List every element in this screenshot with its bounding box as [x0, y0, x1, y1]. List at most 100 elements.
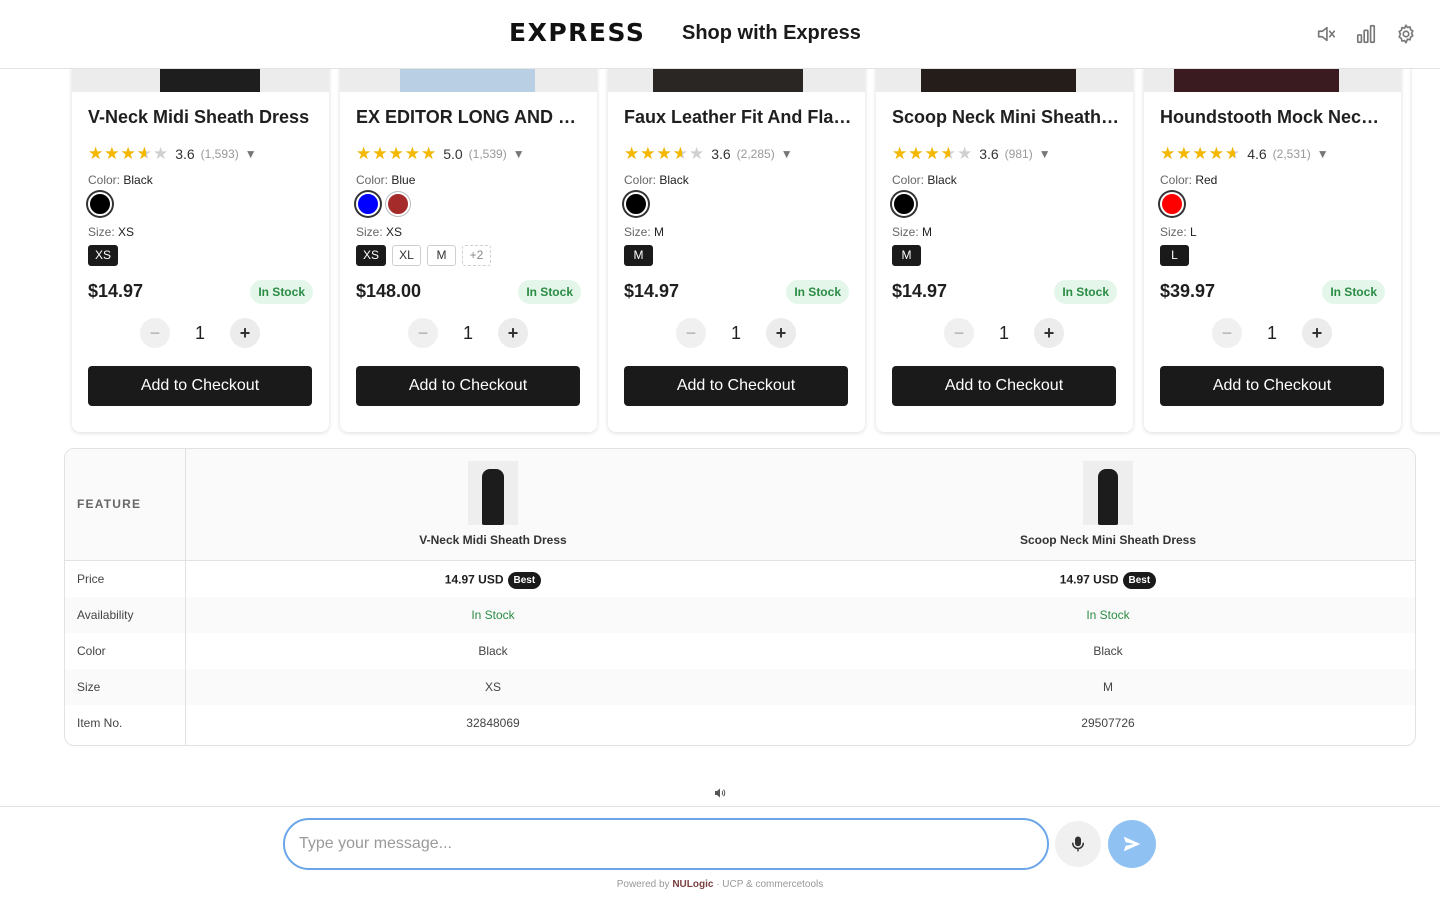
product-name[interactable]: EX EDITOR LONG AND LEAN PANT — [356, 107, 584, 128]
product-image[interactable] — [72, 69, 329, 92]
decrease-quantity-button[interactable]: − — [408, 318, 438, 348]
size-option[interactable]: L — [1160, 245, 1189, 266]
size-option[interactable]: XS — [88, 245, 119, 266]
product-card[interactable]: Faux Leather Fit And Flare Dress ★★★★★★★… — [608, 69, 865, 432]
review-count: (2,531) — [1272, 146, 1311, 161]
color-swatch[interactable] — [624, 192, 648, 216]
add-to-checkout-button[interactable]: Add to Checkout — [892, 366, 1116, 406]
review-count: (2,285) — [736, 146, 775, 161]
color-swatch[interactable] — [356, 192, 380, 216]
rating-dropdown-icon[interactable]: ▼ — [245, 147, 257, 161]
comparison-cell: In Stock — [1086, 608, 1130, 622]
product-card-partial[interactable] — [1412, 69, 1440, 432]
size-options: M — [624, 245, 653, 266]
quantity-value: 1 — [194, 323, 205, 343]
comparison-cell: M — [1103, 680, 1113, 694]
size-option[interactable]: M — [427, 245, 457, 266]
size-label: Size: L — [1160, 225, 1197, 239]
comparison-row: Availability In Stock In Stock — [65, 597, 1415, 633]
size-option[interactable]: XL — [392, 245, 422, 266]
rating-value: 5.0 — [443, 145, 463, 162]
color-value: Red — [1195, 173, 1218, 187]
stock-badge: In Stock — [1054, 280, 1117, 304]
powered-by: Powered by NULogic · UCP & commercetools — [0, 879, 1440, 890]
rating-dropdown-icon[interactable]: ▼ — [513, 147, 525, 161]
comparison-cell: 29507726 — [1081, 716, 1135, 730]
product-card[interactable]: Scoop Neck Mini Sheath Dress ★★★★★★★★★★ … — [876, 69, 1133, 432]
speaker-icon[interactable] — [714, 786, 726, 798]
size-option[interactable]: M — [624, 245, 653, 266]
size-option[interactable]: +2 — [462, 245, 492, 266]
color-value: Black — [659, 173, 689, 187]
product-image[interactable] — [876, 69, 1133, 92]
comparison-table: FEATURE V-Neck Midi Sheath Dress Scoop N… — [64, 448, 1416, 746]
increase-quantity-button[interactable]: + — [230, 318, 260, 348]
rating-dropdown-icon[interactable]: ▼ — [1039, 147, 1051, 161]
decrease-quantity-button[interactable]: − — [944, 318, 974, 348]
color-value: Black — [123, 173, 153, 187]
comparison-cell: 32848069 — [466, 716, 520, 730]
color-swatches — [624, 192, 648, 216]
product-carousel: V-Neck Midi Sheath Dress ★★★★★★★★★★ 3.6 … — [0, 69, 1440, 441]
decrease-quantity-button[interactable]: − — [676, 318, 706, 348]
rating: ★★★★★★★★★★ 3.6 (1,593) ▼ — [88, 145, 257, 162]
product-card[interactable]: V-Neck Midi Sheath Dress ★★★★★★★★★★ 3.6 … — [72, 69, 329, 432]
increase-quantity-button[interactable]: + — [1034, 318, 1064, 348]
size-options: XS — [88, 245, 119, 266]
feature-column-header: FEATURE — [77, 497, 142, 511]
rating-stars: ★★★★★★★★★★ — [892, 144, 974, 163]
review-count: (981) — [1004, 146, 1033, 161]
nulogic-brand[interactable]: NULogic — [672, 879, 713, 890]
increase-quantity-button[interactable]: + — [498, 318, 528, 348]
product-name[interactable]: Scoop Neck Mini Sheath Dress — [892, 107, 1120, 128]
product-card[interactable]: Houndstooth Mock Neck Dress ★★★★★★★★★★ 4… — [1144, 69, 1401, 432]
product-image[interactable] — [608, 69, 865, 92]
comparison-header: FEATURE V-Neck Midi Sheath Dress Scoop N… — [65, 449, 1415, 561]
product-name[interactable]: V-Neck Midi Sheath Dress — [88, 107, 316, 128]
product-card[interactable]: EX EDITOR LONG AND LEAN PANT ★★★★★★★★★★ … — [340, 69, 597, 432]
mute-icon[interactable] — [1315, 23, 1337, 45]
color-swatch[interactable] — [892, 192, 916, 216]
color-value: Blue — [391, 173, 416, 187]
increase-quantity-button[interactable]: + — [766, 318, 796, 348]
product-image[interactable] — [1144, 69, 1401, 92]
rating-value: 3.6 — [711, 145, 731, 162]
add-to-checkout-button[interactable]: Add to Checkout — [1160, 366, 1384, 406]
best-badge: Best — [1122, 572, 1157, 589]
comparison-product-1: V-Neck Midi Sheath Dress — [186, 449, 800, 561]
product-name[interactable]: Faux Leather Fit And Flare Dress — [624, 107, 852, 128]
decrease-quantity-button[interactable]: − — [1212, 318, 1242, 348]
decrease-quantity-button[interactable]: − — [140, 318, 170, 348]
app-header: EXPRESS Shop with Express — [0, 0, 1440, 69]
add-to-checkout-button[interactable]: Add to Checkout — [88, 366, 312, 406]
rating-dropdown-icon[interactable]: ▼ — [781, 147, 793, 161]
microphone-button[interactable] — [1055, 821, 1101, 867]
message-input[interactable] — [283, 818, 1049, 870]
increase-quantity-button[interactable]: + — [1302, 318, 1332, 348]
add-to-checkout-button[interactable]: Add to Checkout — [356, 366, 580, 406]
color-swatch[interactable] — [88, 192, 112, 216]
size-value: XS — [386, 225, 403, 239]
size-option[interactable]: XS — [356, 245, 387, 266]
comparison-row: Item No. 32848069 29507726 — [65, 705, 1415, 741]
size-option[interactable]: M — [892, 245, 921, 266]
stats-icon[interactable] — [1355, 23, 1377, 45]
review-count: (1,539) — [468, 146, 507, 161]
feature-label: Price — [77, 572, 105, 586]
quantity-stepper: − 1 + — [944, 318, 1064, 348]
rating-stars: ★★★★★★★★★★ — [356, 144, 438, 163]
settings-icon[interactable] — [1395, 23, 1417, 45]
column-divider — [185, 449, 186, 745]
rating-dropdown-icon[interactable]: ▼ — [1317, 147, 1329, 161]
add-to-checkout-button[interactable]: Add to Checkout — [624, 366, 848, 406]
product-name[interactable]: Houndstooth Mock Neck Dress — [1160, 107, 1388, 128]
send-button[interactable] — [1108, 820, 1156, 868]
send-icon — [1123, 836, 1141, 852]
color-swatch[interactable] — [1160, 192, 1184, 216]
powered-suffix: · UCP & commercetools — [713, 879, 824, 890]
rating-value: 3.6 — [979, 145, 999, 162]
comparison-cell: XS — [484, 680, 501, 694]
color-swatch[interactable] — [386, 192, 410, 216]
product-image[interactable] — [340, 69, 597, 92]
feature-label: Item No. — [77, 716, 123, 730]
